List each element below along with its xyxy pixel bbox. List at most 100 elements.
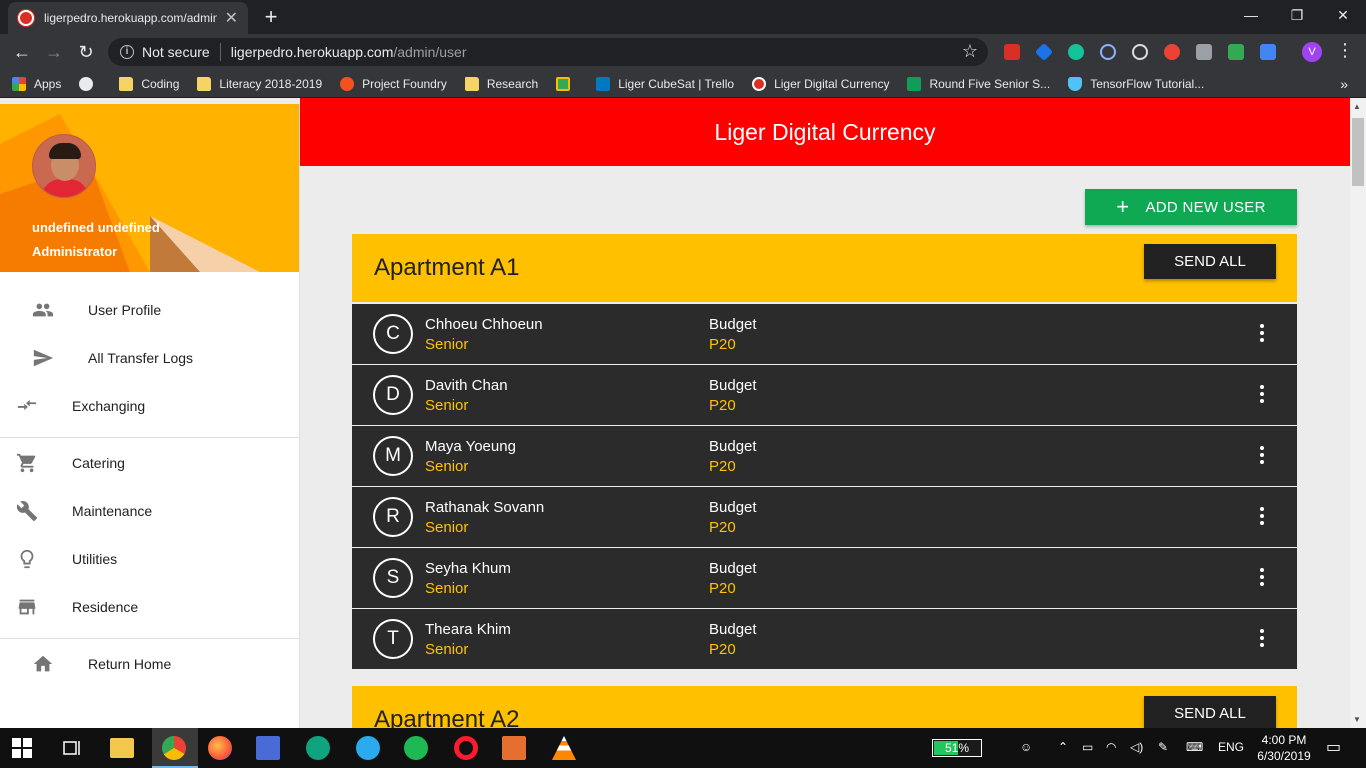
task-view-icon[interactable] [60,736,84,760]
office-app-icon[interactable] [502,736,526,760]
list-item[interactable]: D Davith Chan Senior Budget P20 [352,365,1297,425]
more-vert-icon[interactable] [1255,629,1269,649]
atom-app-icon[interactable] [306,736,330,760]
bookmark-tensorflow[interactable]: TensorFlow Tutorial... [1068,76,1204,91]
scrollbar-thumb[interactable] [1352,118,1364,186]
resident-role: Senior [425,458,469,475]
browser-tab[interactable]: ligerpedro.herokuapp.com/admin/user ✕ [8,2,248,34]
vlc-icon[interactable] [552,736,576,760]
sidebar-item-maintenance[interactable]: Maintenance [0,489,300,533]
sidebar-item-residence[interactable]: Residence [0,585,300,629]
sidebar-item-catering[interactable]: Catering [0,441,300,485]
send-icon [33,349,54,367]
extension-bookmark-icon[interactable] [1004,44,1020,60]
spotify-icon[interactable] [404,736,428,760]
profile-avatar[interactable]: V [1302,42,1322,62]
bookmark-apps[interactable]: Apps [12,76,61,91]
more-vert-icon[interactable] [1255,385,1269,405]
more-vert-icon[interactable] [1255,507,1269,527]
send-all-button[interactable]: SEND ALL [1144,696,1276,728]
file-explorer-icon[interactable] [110,738,134,758]
list-item[interactable]: M Maya Yoeung Senior Budget P20 [352,426,1297,486]
bookmark-star-icon[interactable]: ☆ [962,41,978,62]
avatar[interactable] [32,134,96,198]
folder-icon [197,76,212,91]
system-clock[interactable]: 4:00 PM 6/30/2019 [1252,732,1316,764]
list-item[interactable]: S Seyha Khum Senior Budget P20 [352,548,1297,608]
forward-button[interactable]: → [42,40,66,64]
react-devtools-icon[interactable] [1100,44,1116,60]
send-all-button[interactable]: SEND ALL [1144,244,1276,279]
bookmark-label: Coding [141,76,180,91]
more-vert-icon[interactable] [1255,324,1269,344]
sidebar-item-return-home[interactable]: Return Home [0,642,300,686]
restore-button[interactable]: ❐ [1274,0,1320,30]
info-icon[interactable]: i [120,45,134,59]
bookmark-research[interactable]: Research [464,76,538,91]
chevron-more-icon[interactable]: » [1340,76,1348,92]
bookmark-classroom[interactable] [556,76,578,91]
apartment-header: Apartment A2 SEND ALL [352,686,1297,728]
firefox-icon[interactable] [208,736,232,760]
extension-mail-icon[interactable] [1228,44,1244,60]
extension-target-icon[interactable] [1132,44,1148,60]
scroll-up-icon[interactable]: ▲ [1353,102,1361,111]
extension-diamond-icon[interactable] [1034,42,1054,62]
windows-start-icon[interactable] [12,738,32,758]
close-window-button[interactable]: ✕ [1320,0,1366,30]
new-tab-button[interactable]: + [258,4,284,30]
budget-label: Budget [709,560,757,577]
list-item[interactable]: C Chhoeu Chhoeun Senior Budget P20 [352,304,1297,364]
apartment-header: Apartment A1 SEND ALL [352,234,1297,302]
bookmarks-bar: Apps Coding Literacy 2018-2019 Project F… [0,70,1366,98]
pen-icon[interactable]: ✎ [1158,740,1168,754]
telegram-icon[interactable] [356,736,380,760]
minimize-button[interactable]: — [1228,0,1274,30]
battery-tray-icon[interactable]: ▭ [1082,740,1093,754]
chevron-up-icon[interactable]: ⌃ [1058,740,1068,754]
wifi-icon[interactable]: ◠ [1106,740,1116,754]
browser-menu-icon[interactable]: ⋮ [1336,40,1354,61]
bookmark-coding[interactable]: Coding [119,76,180,91]
bookmark-globe[interactable] [79,76,101,91]
back-button[interactable]: ← [10,40,34,64]
notifications-icon[interactable]: ▭ [1326,737,1341,757]
grammarly-icon[interactable] [1068,44,1084,60]
currency-site-icon [752,76,767,91]
extension-counter-icon[interactable] [1260,44,1276,60]
language-indicator[interactable]: ENG [1218,740,1244,754]
bookmark-project-foundry[interactable]: Project Foundry [340,76,447,91]
page-scrollbar[interactable]: ▲ ▼ [1350,98,1366,728]
keyboard-icon[interactable]: ⌨ [1186,740,1203,754]
sidebar-item-user-profile[interactable]: User Profile [0,288,300,332]
sheets-icon [907,76,922,91]
url-host: ligerpedro.herokuapp.com [230,44,394,60]
list-item[interactable]: T Theara Khim Senior Budget P20 [352,609,1297,669]
reload-button[interactable]: ↻ [74,40,98,64]
extension-hand-icon[interactable] [1164,44,1180,60]
resident-name: Chhoeu Chhoeun [425,316,543,333]
sidebar-item-utilities[interactable]: Utilities [0,537,300,581]
bookmark-liger-currency[interactable]: Liger Digital Currency [752,76,889,91]
bookmark-round-five[interactable]: Round Five Senior S... [907,76,1050,91]
extension-off-icon[interactable] [1196,44,1212,60]
bookmark-trello[interactable]: Liger CubeSat | Trello [596,76,734,91]
chrome-icon[interactable] [162,736,186,760]
browser-toolbar: ← → ↻ i Not secure ligerpedro.herokuapp.… [0,34,1366,70]
opera-icon[interactable] [454,736,478,760]
resident-name: Maya Yoeung [425,438,516,455]
more-vert-icon[interactable] [1255,568,1269,588]
sidebar-item-transfer-logs[interactable]: All Transfer Logs [0,336,300,380]
scroll-down-icon[interactable]: ▼ [1353,715,1361,724]
volume-icon[interactable]: ◁) [1130,740,1143,754]
address-bar[interactable]: i Not secure ligerpedro.herokuapp.com /a… [108,38,988,66]
list-item[interactable]: R Rathanak Sovann Senior Budget P20 [352,487,1297,547]
bookmark-literacy[interactable]: Literacy 2018-2019 [197,76,322,91]
people-icon[interactable]: ☺ [1020,740,1032,754]
more-vert-icon[interactable] [1255,446,1269,466]
battery-indicator[interactable]: 51% [932,739,982,757]
tab-close-icon[interactable]: ✕ [225,8,238,28]
add-user-button[interactable]: + ADD NEW USER [1085,189,1297,225]
sidebar-item-exchanging[interactable]: Exchanging [0,384,300,428]
city-app-icon[interactable] [256,736,280,760]
